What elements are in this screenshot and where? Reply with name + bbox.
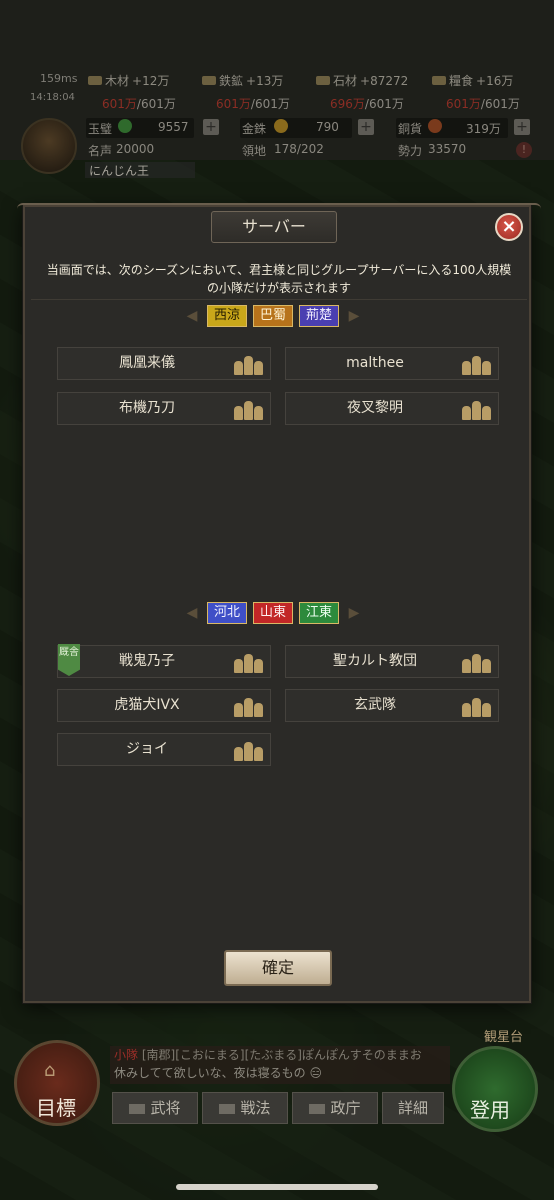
gold-value: 790 xyxy=(316,120,339,134)
dialog-notice: 当画面では、次のシーズンにおいて、君主様と同じグループサーバーに入る100人規模… xyxy=(35,261,523,297)
chat-channel-tag: 小隊 xyxy=(114,1048,139,1062)
add-jade-button[interactable]: + xyxy=(203,119,219,135)
territory-label: 領地 xyxy=(242,144,267,158)
tab-tactics[interactable]: 戦法 xyxy=(202,1092,288,1124)
region-tag: 西涼 xyxy=(207,305,247,327)
soldiers-icon xyxy=(462,353,492,375)
notice-line-1: 当画面では、次のシーズンにおいて、君主様と同じグループサーバーに入る100人規模 xyxy=(46,263,512,277)
goals-label: 目標 xyxy=(36,1096,76,1120)
add-copper-button[interactable]: + xyxy=(514,119,530,135)
grain-icon xyxy=(432,76,446,85)
chat-preview[interactable]: 小隊 [南郡][こおにまる][たぶまる]ぽんぽんすそのままお 休みしてて欲しいな… xyxy=(110,1046,450,1084)
power-label: 勢力 xyxy=(398,144,423,158)
region-tag: 巴蜀 xyxy=(253,305,293,327)
unit-row[interactable]: malthee xyxy=(285,347,499,380)
ornament-left-icon: ◀ xyxy=(186,605,198,621)
region-tag: 山東 xyxy=(253,602,293,624)
divider xyxy=(31,299,527,300)
close-button[interactable]: × xyxy=(495,213,523,241)
dialog-title: サーバー xyxy=(211,211,337,243)
unit-name: 夜叉黎明 xyxy=(347,400,403,416)
server-dialog: サーバー × 当画面では、次のシーズンにおいて、君主様と同じグループサーバーに入… xyxy=(17,203,541,1003)
wood-icon xyxy=(88,76,102,85)
chat-line-1: [南郡][こおにまる][たぶまる]ぽんぽんすそのままお xyxy=(141,1048,422,1062)
gold-label: 金銖 xyxy=(242,122,267,136)
soldiers-icon xyxy=(234,739,264,761)
unit-name: 玄武隊 xyxy=(354,697,396,713)
jade-icon xyxy=(118,119,132,133)
ornament-right-icon: ▶ xyxy=(348,605,360,621)
resource-iron[interactable]: 鉄鉱 +13万 601万/601万 xyxy=(202,72,290,112)
unit-row[interactable]: 虎猫犬IVX xyxy=(57,689,271,722)
unit-row[interactable]: 玄武隊 xyxy=(285,689,499,722)
unit-name: 鳳凰来儀 xyxy=(119,355,175,371)
tactics-icon xyxy=(219,1103,236,1114)
jade-label: 玉璧 xyxy=(88,122,113,136)
stone-icon xyxy=(316,76,330,85)
add-gold-button[interactable]: + xyxy=(358,119,374,135)
unit-row[interactable]: 厩舎 戦鬼乃子 xyxy=(57,644,271,678)
general-icon xyxy=(129,1103,146,1114)
unit-row[interactable]: 布機乃刀 xyxy=(57,392,271,425)
group-1-header: ◀ 西涼 巴蜀 荊楚 ▶ xyxy=(183,305,363,327)
unit-row[interactable]: 聖カルト教団 xyxy=(285,645,499,678)
soldiers-icon xyxy=(234,398,264,420)
observatory-label[interactable]: 観星台 xyxy=(484,1026,523,1045)
tab-details[interactable]: 詳細 xyxy=(382,1092,444,1124)
resource-stone[interactable]: 石材 +87272 696万/601万 xyxy=(316,72,408,112)
lord-name: にんじん王 xyxy=(85,162,195,178)
soldiers-icon xyxy=(462,695,492,717)
iron-icon xyxy=(202,76,216,85)
soldiers-icon xyxy=(234,651,264,673)
fame-label: 名声 xyxy=(88,144,113,158)
lord-avatar[interactable] xyxy=(21,118,77,174)
notice-line-2: の小隊だけが表示されます xyxy=(206,281,351,295)
ornament-right-icon: ▶ xyxy=(348,308,360,324)
unit-row[interactable]: ジョイ xyxy=(57,733,271,766)
copper-value: 319万 xyxy=(466,122,501,136)
unit-row[interactable]: 夜叉黎明 xyxy=(285,392,499,425)
chat-line-2: 休みしてて欲しいな、夜は寝るもの 😑 xyxy=(114,1066,322,1080)
network-latency: 159ms xyxy=(40,72,78,85)
copper-label: 銅貨 xyxy=(398,122,423,136)
region-tag: 江東 xyxy=(299,602,339,624)
resource-food[interactable]: 糧食 +16万 601万/601万 xyxy=(432,72,520,112)
soldiers-icon xyxy=(234,695,264,717)
unit-name: 聖カルト教団 xyxy=(333,653,417,669)
jade-value: 9557 xyxy=(158,120,189,134)
unit-name: ジョイ xyxy=(126,741,168,757)
region-tag: 河北 xyxy=(207,602,247,624)
unit-name: 布機乃刀 xyxy=(119,400,175,416)
government-icon xyxy=(309,1103,326,1114)
recruit-label: 登用 xyxy=(470,1098,510,1122)
unit-name: malthee xyxy=(346,355,404,371)
unit-name: 戦鬼乃子 xyxy=(119,653,175,669)
territory-value: 178/202 xyxy=(274,142,324,156)
group-2-header: ◀ 河北 山東 江東 ▶ xyxy=(183,602,363,624)
copper-coin-icon xyxy=(428,119,442,133)
gold-coin-icon xyxy=(274,119,288,133)
pagoda-icon: ⌂ xyxy=(44,1060,56,1081)
ornament-left-icon: ◀ xyxy=(186,308,198,324)
soldiers-icon xyxy=(462,398,492,420)
confirm-button[interactable]: 確定 xyxy=(224,950,332,986)
unit-row[interactable]: 鳳凰来儀 xyxy=(57,347,271,380)
power-info-icon[interactable]: ! xyxy=(516,142,532,158)
fame-value: 20000 xyxy=(116,142,155,156)
home-indicator[interactable] xyxy=(176,1184,378,1190)
soldiers-icon xyxy=(462,651,492,673)
game-clock: 14:18:04 xyxy=(30,92,75,103)
power-value: 33570 xyxy=(428,142,467,156)
soldiers-icon xyxy=(234,353,264,375)
tab-government[interactable]: 政庁 xyxy=(292,1092,378,1124)
unit-name: 虎猫犬IVX xyxy=(114,697,180,713)
tab-generals[interactable]: 武将 xyxy=(112,1092,198,1124)
region-tag: 荊楚 xyxy=(299,305,339,327)
resource-wood[interactable]: 木材 +12万 601万/601万 xyxy=(88,72,176,112)
